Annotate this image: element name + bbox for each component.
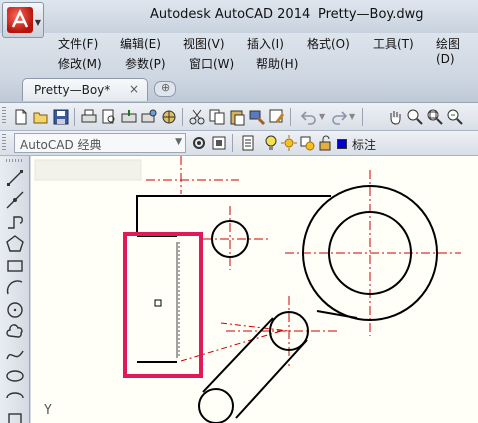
viewport-freeze-icon[interactable] [298,134,316,152]
chevron-down-icon[interactable]: ▼ [319,112,325,121]
redo-icon[interactable] [330,108,348,126]
toolbar-separator [182,108,183,126]
sun-icon[interactable] [280,134,298,152]
zoom-window-icon[interactable] [426,108,444,126]
revision-cloud-icon[interactable] [5,322,25,342]
ellipse-arc-icon[interactable] [5,388,25,408]
circle-icon[interactable] [5,300,25,320]
standard-toolbar: ▼ ▼ [0,103,478,131]
new-icon[interactable] [12,108,30,126]
insert-block-icon[interactable] [5,408,25,423]
app-title: Autodesk AutoCAD 2014 [150,7,311,22]
chevron-down-icon: ▼ [34,18,41,27]
toolbar-separator [362,108,363,126]
publish-icon[interactable] [120,108,138,126]
open-icon[interactable] [32,108,50,126]
layer-name: 标注 [352,138,377,152]
highlight-rectangle [123,232,203,378]
new-tab-button[interactable]: ⊕ [154,81,176,97]
title-bar: ▼ Autodesk AutoCAD 2014 Pretty—Boy.dwg [0,0,478,38]
workspace-toolbar: AutoCAD 经典 ▼ 标注 [0,131,478,156]
spline-icon[interactable] [5,344,25,364]
unlock-icon[interactable] [316,134,334,152]
menu-help[interactable]: 帮助(H) [256,55,298,72]
menu-file[interactable]: 文件(F) [58,35,98,52]
pan-icon[interactable] [386,108,404,126]
copy-icon[interactable] [208,108,226,126]
block-editor-icon[interactable] [268,108,286,126]
menu-view[interactable]: 视图(V) [183,35,225,52]
lightbulb-icon[interactable] [262,134,280,152]
line-icon[interactable] [5,168,25,188]
application-menu-button[interactable]: ▼ [2,2,44,38]
layer-color-swatch [337,139,347,149]
menu-parameters[interactable]: 参数(P) [125,55,166,72]
workspace-settings-icon[interactable] [210,134,228,152]
chevron-down-icon[interactable]: ▼ [349,112,355,121]
polyline-icon[interactable] [5,212,25,232]
autocad-logo-icon [7,7,33,33]
menu-modify[interactable]: 修改(M) [58,55,102,72]
toolbar-grip[interactable] [2,134,6,152]
menu-tools[interactable]: 工具(T) [373,35,414,52]
cut-icon[interactable] [188,108,206,126]
paste-icon[interactable] [228,108,246,126]
match-properties-icon[interactable] [248,108,266,126]
drawing-canvas[interactable]: Y [31,156,478,423]
menu-bar: 文件(F) 编辑(E) 视图(V) 插入(I) 格式(O) 工具(T) 绘图(D… [0,33,478,75]
toolbar-grip[interactable] [6,159,24,162]
workspace-select[interactable]: AutoCAD 经典 ▼ [14,133,186,153]
menu-edit[interactable]: 编辑(E) [120,35,161,52]
drawing-geometry [123,156,461,423]
close-icon[interactable]: × [129,82,139,96]
print-preview-icon[interactable] [100,108,118,126]
plus-icon: ⊕ [161,81,171,94]
zoom-previous-icon[interactable] [446,108,464,126]
menu-insert[interactable]: 插入(I) [247,35,284,52]
chevron-down-icon: ▼ [175,137,182,147]
save-icon[interactable] [52,108,70,126]
document-tab-label: Pretty—Boy* [34,83,111,97]
arc-icon[interactable] [5,278,25,298]
rectangle-icon[interactable] [5,256,25,276]
3d-dwf-icon[interactable] [160,108,178,126]
draw-toolbar [0,156,30,423]
toolbar-separator [290,108,291,126]
menu-format[interactable]: 格式(O) [307,35,350,52]
y-axis-label: Y [44,403,52,418]
zoom-realtime-icon[interactable] [406,108,424,126]
print-icon[interactable] [80,108,98,126]
plot-3d-icon[interactable] [140,108,158,126]
toolbar-separator [74,108,75,126]
menu-window[interactable]: 窗口(W) [189,55,234,72]
toolbar-separator [232,134,233,152]
layer-properties-icon[interactable] [240,134,258,152]
ellipse-icon[interactable] [5,366,25,386]
document-tab[interactable]: Pretty—Boy* × [22,78,148,101]
undo-icon[interactable] [300,108,318,126]
toolbar-grip[interactable] [2,107,6,125]
workspace-value: AutoCAD 经典 [20,138,102,152]
document-tab-bar: Pretty—Boy* × ⊕ [0,75,478,103]
polygon-icon[interactable] [5,234,25,254]
gear-icon[interactable] [190,134,208,152]
file-title: Pretty—Boy.dwg [318,7,424,22]
construction-line-icon[interactable] [5,190,25,210]
menu-draw[interactable]: 绘图(D) [436,35,478,66]
